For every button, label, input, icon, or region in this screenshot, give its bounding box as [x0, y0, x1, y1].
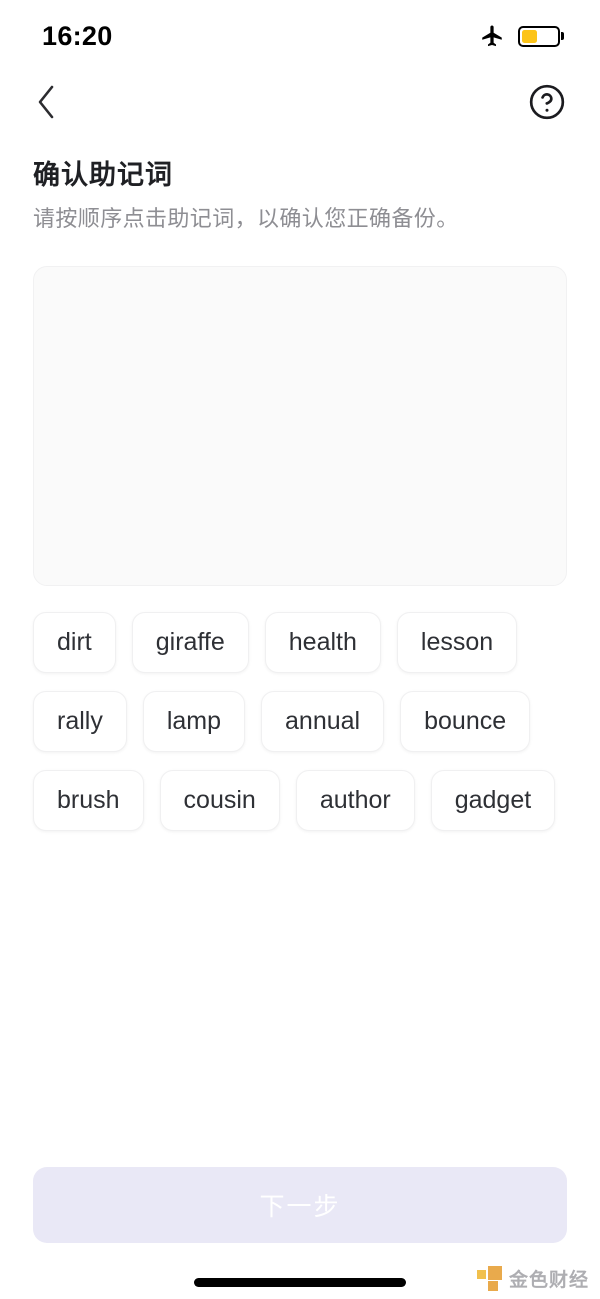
word-chip[interactable]: lesson — [396, 611, 518, 673]
word-chip[interactable]: dirt — [33, 611, 116, 673]
question-mark-circle-icon — [528, 83, 566, 126]
selected-words-area[interactable] — [33, 265, 567, 586]
watermark-text: 金色财经 — [508, 1270, 589, 1291]
page-heading: 确认助记词 请按顺序点击助记词，以确认您正确备份。 — [0, 136, 600, 234]
status-bar-indicators — [479, 23, 560, 49]
help-button[interactable] — [526, 83, 568, 125]
word-pool: dirt giraffe health lesson rally lamp annual bo… — [33, 611, 567, 831]
word-chip[interactable]: lamp — [142, 690, 246, 752]
watermark: 金色财经 — [476, 1265, 589, 1292]
status-bar-time: 16:20 — [42, 20, 113, 51]
word-chip[interactable]: rally — [33, 690, 127, 752]
page-title: 确认助记词 — [33, 160, 173, 190]
airplane-mode-icon — [479, 23, 505, 49]
word-chip[interactable]: cousin — [159, 769, 280, 831]
back-button[interactable] — [22, 80, 70, 128]
status-bar: 16:20 — [0, 0, 600, 72]
word-chip[interactable]: author — [295, 769, 415, 831]
chevron-left-icon — [34, 83, 58, 126]
next-button[interactable]: 下一步 — [33, 1167, 567, 1243]
word-chip[interactable]: gadget — [430, 769, 556, 831]
home-indicator — [194, 1278, 406, 1287]
word-chip[interactable]: giraffe — [131, 611, 249, 673]
word-chip[interactable]: health — [264, 611, 381, 673]
navigation-bar — [0, 72, 600, 136]
page-subtitle: 请按顺序点击助记词，以确认您正确备份。 — [33, 206, 459, 232]
word-chip[interactable]: annual — [261, 690, 385, 752]
watermark-logo-icon — [476, 1266, 502, 1291]
word-chip[interactable]: brush — [33, 769, 144, 831]
word-chip[interactable]: bounce — [400, 690, 531, 752]
battery-low-power-icon — [518, 25, 560, 47]
footer: 下一步 — [0, 1167, 600, 1243]
